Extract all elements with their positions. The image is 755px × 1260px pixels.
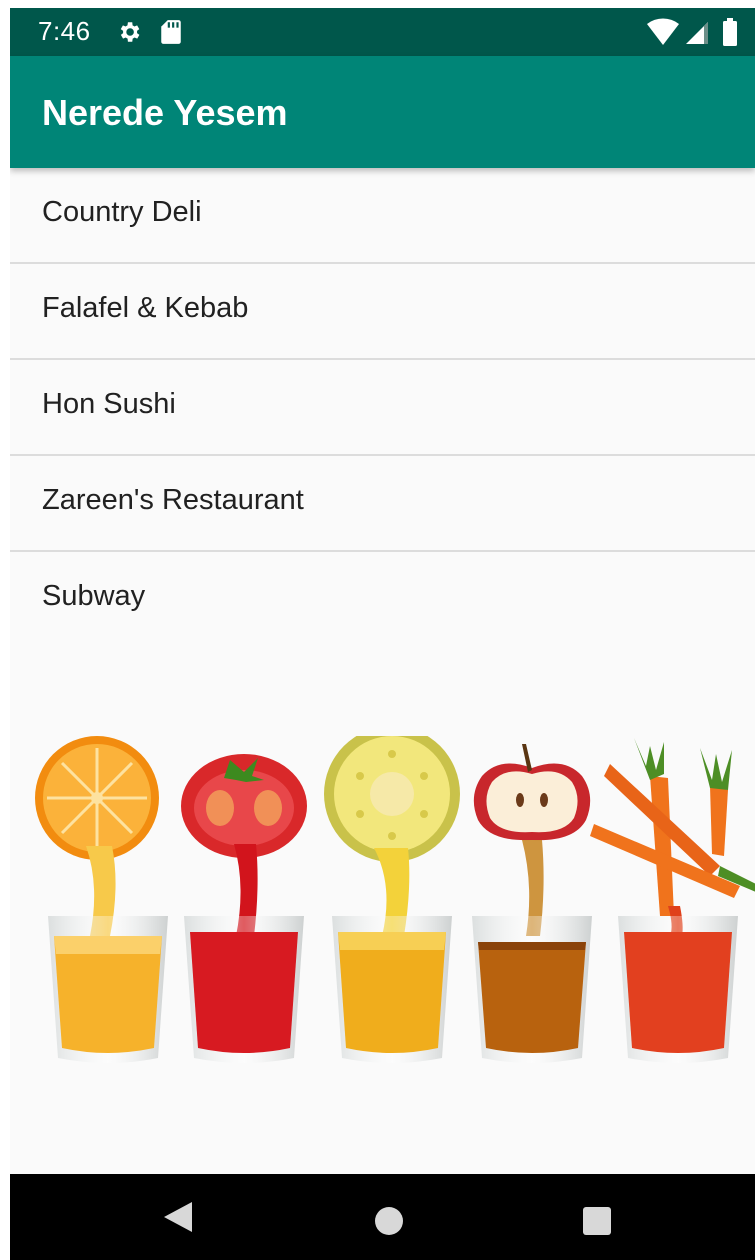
- home-icon[interactable]: [374, 1206, 404, 1236]
- list-item[interactable]: Subway: [10, 552, 755, 648]
- restaurant-name: Falafel & Kebab: [42, 292, 249, 324]
- tomato-juice-icon: [181, 754, 307, 1063]
- back-icon[interactable]: [162, 1200, 194, 1234]
- wifi-icon: [647, 18, 679, 45]
- restaurant-name: Subway: [42, 580, 146, 612]
- list-item[interactable]: Country Deli: [10, 168, 755, 264]
- list-item[interactable]: Zareen's Restaurant: [10, 456, 755, 552]
- app-title: Nerede Yesem: [42, 92, 288, 133]
- recents-icon[interactable]: [582, 1206, 612, 1236]
- status-time: 7:46: [38, 16, 91, 46]
- signal-icon: [686, 22, 708, 44]
- sd-card-icon: [161, 20, 181, 44]
- restaurant-name: Zareen's Restaurant: [42, 484, 304, 516]
- orange-juice-icon: [35, 736, 168, 1063]
- status-bar: 7:46: [10, 8, 755, 56]
- battery-icon: [723, 18, 737, 46]
- app-bar: Nerede Yesem: [10, 56, 755, 168]
- restaurant-name: Hon Sushi: [42, 388, 176, 420]
- list-item[interactable]: Falafel & Kebab: [10, 264, 755, 360]
- restaurant-name: Country Deli: [42, 196, 202, 228]
- navigation-bar: [10, 1174, 755, 1260]
- list-item[interactable]: Hon Sushi: [10, 360, 755, 456]
- app-screen: 7:46 Nerede Yesem Country Deli Falafel &…: [10, 8, 755, 1260]
- settings-icon: [120, 22, 140, 42]
- juice-illustration: [35, 736, 755, 1063]
- carrot-juice-icon: [590, 738, 755, 1063]
- restaurant-list: Country Deli Falafel & Kebab Hon Sushi Z…: [10, 168, 755, 648]
- pineapple-juice-icon: [324, 736, 460, 1063]
- apple-juice-icon: [472, 744, 592, 1063]
